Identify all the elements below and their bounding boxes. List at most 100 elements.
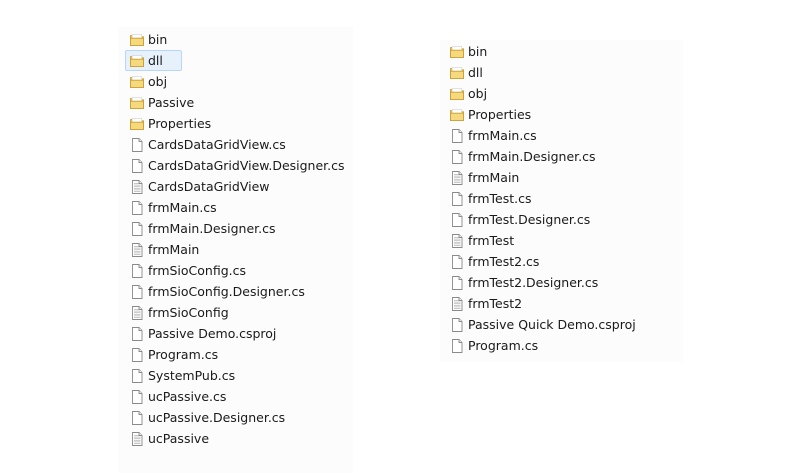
item-label: frmSioConfig.Designer.cs: [148, 283, 305, 299]
item-label: frmTest2: [468, 295, 523, 311]
item-label: frmMain.cs: [468, 127, 537, 143]
right-folder-obj[interactable]: obj: [440, 83, 683, 104]
file-icon: [449, 254, 465, 270]
file-icon: [449, 317, 465, 333]
right-file-frmtest-cs[interactable]: frmTest.cs: [440, 188, 683, 209]
folder-icon: [449, 86, 465, 102]
left-folder-passive[interactable]: Passive: [118, 92, 353, 113]
file-icon: [129, 389, 145, 405]
left-folder-dll[interactable]: dll: [125, 50, 182, 71]
text-file-icon: [129, 305, 145, 321]
left-file-cardsdatagridview-cs[interactable]: CardsDataGridView.cs: [118, 134, 353, 155]
left-file-cardsdatagridview-resx[interactable]: CardsDataGridView: [118, 176, 353, 197]
right-folder-properties[interactable]: Properties: [440, 104, 683, 125]
item-label: ucPassive: [148, 430, 210, 446]
left-file-frmsioconfig-designer-cs[interactable]: frmSioConfig.Designer.cs: [118, 281, 353, 302]
left-file-frmsioconfig-resx[interactable]: frmSioConfig: [118, 302, 353, 323]
folder-icon: [449, 107, 465, 123]
left-file-list: bin dll obj Passive Properties CardsDataGridV…: [118, 29, 353, 449]
left-file-ucpassive-designer-cs[interactable]: ucPassive.Designer.cs: [118, 407, 353, 428]
file-icon: [129, 158, 145, 174]
left-file-program-cs[interactable]: Program.cs: [118, 344, 353, 365]
left-file-frmmain-designer-cs[interactable]: frmMain.Designer.cs: [118, 218, 353, 239]
right-file-frmmain-designer-cs[interactable]: frmMain.Designer.cs: [440, 146, 683, 167]
file-icon: [129, 137, 145, 153]
item-label: Passive Quick Demo.csproj: [468, 316, 636, 332]
right-file-frmtest2-designer-cs[interactable]: frmTest2.Designer.cs: [440, 272, 683, 293]
item-label: Program.cs: [468, 337, 539, 353]
file-icon: [129, 284, 145, 300]
folder-icon: [129, 116, 145, 132]
left-file-passive-demo-csproj[interactable]: Passive Demo.csproj: [118, 323, 353, 344]
item-label: obj: [148, 73, 168, 89]
text-file-icon: [129, 179, 145, 195]
file-icon: [449, 212, 465, 228]
folder-icon: [129, 74, 145, 90]
left-folder-bin[interactable]: bin: [118, 29, 353, 50]
file-icon: [129, 221, 145, 237]
file-icon: [129, 200, 145, 216]
item-label: SystemPub.cs: [148, 367, 236, 383]
right-file-frmtest2-resx[interactable]: frmTest2: [440, 293, 683, 314]
file-icon: [129, 326, 145, 342]
right-folder-dll[interactable]: dll: [440, 62, 683, 83]
left-file-list-pane: bin dll obj Passive Properties CardsDataGridV…: [118, 27, 353, 473]
item-label: frmTest2.cs: [468, 253, 540, 269]
file-icon: [129, 410, 145, 426]
text-file-icon: [129, 431, 145, 447]
text-file-icon: [449, 296, 465, 312]
item-label: obj: [468, 85, 488, 101]
file-icon: [449, 191, 465, 207]
left-file-cardsdatagridview-designer-cs[interactable]: CardsDataGridView.Designer.cs: [118, 155, 353, 176]
right-file-frmmain-cs[interactable]: frmMain.cs: [440, 125, 683, 146]
right-file-frmtest2-cs[interactable]: frmTest2.cs: [440, 251, 683, 272]
item-label: ucPassive.Designer.cs: [148, 409, 286, 425]
right-file-frmtest-resx[interactable]: frmTest: [440, 230, 683, 251]
item-label: Passive Demo.csproj: [148, 325, 277, 341]
right-folder-bin[interactable]: bin: [440, 41, 683, 62]
file-icon: [129, 368, 145, 384]
left-file-frmmain-resx[interactable]: frmMain: [118, 239, 353, 260]
folder-icon: [129, 95, 145, 111]
left-folder-properties[interactable]: Properties: [118, 113, 353, 134]
item-label: frmMain.cs: [148, 199, 217, 215]
item-label: dll: [148, 52, 163, 68]
right-file-list-pane: bin dll obj Properties frmMain.cs frmMain.Des…: [440, 40, 683, 362]
right-file-passive-quick-demo-csproj[interactable]: Passive Quick Demo.csproj: [440, 314, 683, 335]
left-file-ucpassive-cs[interactable]: ucPassive.cs: [118, 386, 353, 407]
file-icon: [449, 149, 465, 165]
item-label: frmMain: [148, 241, 200, 257]
item-label: Program.cs: [148, 346, 219, 362]
item-label: CardsDataGridView: [148, 178, 270, 194]
item-label: frmMain: [468, 169, 520, 185]
item-label: bin: [468, 43, 488, 59]
left-file-ucpassive-resx[interactable]: ucPassive: [118, 428, 353, 449]
right-file-list: bin dll obj Properties frmMain.cs frmMain.Des…: [440, 41, 683, 356]
item-label: frmMain.Designer.cs: [148, 220, 276, 236]
item-label: frmTest.Designer.cs: [468, 211, 591, 227]
text-file-icon: [449, 233, 465, 249]
left-file-frmmain-cs[interactable]: frmMain.cs: [118, 197, 353, 218]
item-label: frmTest.cs: [468, 190, 532, 206]
left-folder-obj[interactable]: obj: [118, 71, 353, 92]
folder-icon: [449, 65, 465, 81]
folder-icon: [129, 32, 145, 48]
text-file-icon: [129, 242, 145, 258]
folder-icon: [449, 44, 465, 60]
file-icon: [449, 275, 465, 291]
file-icon: [449, 338, 465, 354]
item-label: ucPassive.cs: [148, 388, 227, 404]
right-file-frmmain-resx[interactable]: frmMain: [440, 167, 683, 188]
left-file-systempub-cs[interactable]: SystemPub.cs: [118, 365, 353, 386]
right-file-program-cs[interactable]: Program.cs: [440, 335, 683, 356]
item-label: CardsDataGridView.cs: [148, 136, 286, 152]
item-label: frmTest2.Designer.cs: [468, 274, 599, 290]
item-label: Passive: [148, 94, 195, 110]
right-file-frmtest-designer-cs[interactable]: frmTest.Designer.cs: [440, 209, 683, 230]
item-label: frmSioConfig.cs: [148, 262, 247, 278]
file-icon: [129, 347, 145, 363]
item-label: CardsDataGridView.Designer.cs: [148, 157, 345, 173]
folder-icon: [129, 53, 145, 69]
left-file-frmsioconfig-cs[interactable]: frmSioConfig.cs: [118, 260, 353, 281]
item-label: Properties: [468, 106, 532, 122]
